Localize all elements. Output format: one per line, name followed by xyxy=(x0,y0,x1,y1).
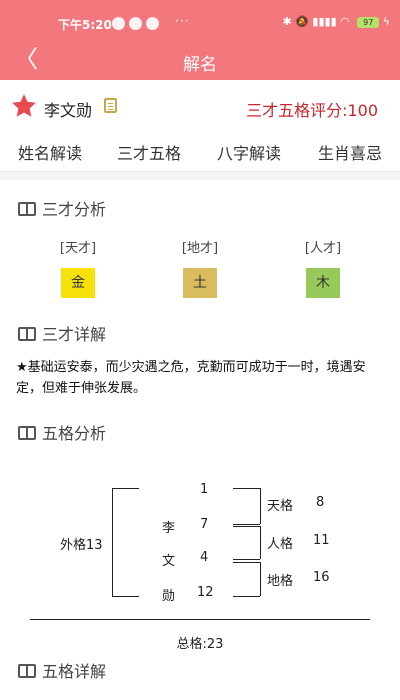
app-notification-icon xyxy=(112,17,125,30)
tiange-label: 天格 xyxy=(267,499,294,514)
char-2: 文 xyxy=(162,554,176,569)
status-time: 下午5:20 xyxy=(58,18,112,32)
name-summary: 李文勋 三才五格评分:100 xyxy=(0,80,400,132)
tiancai-element: 金 xyxy=(61,268,95,298)
tiange-value: 8 xyxy=(316,495,325,510)
book-icon xyxy=(18,426,36,440)
renge-bracket-top xyxy=(233,526,260,527)
rencai-element: 木 xyxy=(306,268,340,298)
tiange-bracket-bottom xyxy=(233,524,260,525)
section-header-sancai-analysis: 三才分析 xyxy=(18,196,106,220)
char-2-stroke: 4 xyxy=(200,550,209,565)
title-bar: 〈 解名 xyxy=(0,40,400,80)
tab-bazi-reading[interactable]: 八字解读 xyxy=(217,140,281,164)
dicai-label: [地才] xyxy=(181,241,219,256)
section-header-wuge-detail: 五格详解 xyxy=(18,658,106,682)
section-header-sancai-detail: 三才详解 xyxy=(18,321,106,345)
section-header-wuge-analysis: 五格分析 xyxy=(18,420,106,444)
renge-value: 11 xyxy=(313,533,330,548)
wuge-diagram: 1 李 7 文 4 勋 12 外格13 天格 8 人格 11 地格 16 总格:… xyxy=(0,470,400,660)
message-notification-icon xyxy=(129,17,142,30)
person-name: 李文勋 xyxy=(44,101,93,120)
star-icon xyxy=(12,94,36,117)
renge-bracket-side xyxy=(260,526,261,559)
waige-label: 外格13 xyxy=(60,538,103,553)
section-divider xyxy=(0,172,400,180)
score-text: 三才五格评分:100 xyxy=(246,101,378,120)
battery-icon: 97 xyxy=(357,16,380,28)
sancai-description: ★基础运安泰，而少灾遇之危，克勤而可成功于一时，境遇安定，但难于伸张发展。 xyxy=(16,360,366,396)
dige-bracket-bottom xyxy=(233,596,260,597)
tiange-bracket-side xyxy=(260,488,261,524)
tab-bar: 姓名解读 三才五格 八字解读 生肖喜忌 xyxy=(0,132,400,174)
char-1: 李 xyxy=(162,521,176,536)
dige-value: 16 xyxy=(313,570,330,585)
top-number: 1 xyxy=(200,482,209,497)
system-icons: ✱ 🔕 ▮▮▮▮ ◠ 97 ϟ xyxy=(282,15,390,28)
tiange-bracket-top xyxy=(233,488,260,489)
bluetooth-icon: ✱ xyxy=(282,15,292,28)
shield-notification-icon xyxy=(146,17,159,30)
total-divider xyxy=(30,619,370,620)
char-3: 勋 xyxy=(162,589,176,604)
zongge-total: 总格:23 xyxy=(176,637,224,652)
tab-name-reading[interactable]: 姓名解读 xyxy=(18,140,82,164)
copy-icon[interactable] xyxy=(104,98,117,113)
section-title: 三才详解 xyxy=(42,325,107,344)
tab-sancai-wuge[interactable]: 三才五格 xyxy=(100,140,198,174)
charging-icon: ϟ xyxy=(382,15,390,28)
section-title: 三才分析 xyxy=(42,200,107,219)
char-1-stroke: 7 xyxy=(200,517,209,532)
dige-label: 地格 xyxy=(267,574,294,589)
book-icon xyxy=(18,664,36,678)
section-title: 五格分析 xyxy=(42,424,107,443)
mute-icon: 🔕 xyxy=(295,15,309,28)
dige-bracket-side xyxy=(260,562,261,596)
outer-bracket-top xyxy=(112,488,139,489)
char-3-stroke: 12 xyxy=(197,585,214,600)
dicai-element: 土 xyxy=(183,268,217,298)
outer-bracket xyxy=(112,488,113,596)
tiancai-label: [天才] xyxy=(59,241,97,256)
renge-label: 人格 xyxy=(267,537,294,552)
section-title: 五格详解 xyxy=(42,662,107,681)
status-bar: 下午5:20 ··· ✱ 🔕 ▮▮▮▮ ◠ 97 ϟ xyxy=(0,0,400,40)
rencai-label: [人才] xyxy=(304,241,342,256)
book-icon xyxy=(18,327,36,341)
renge-bracket-bottom xyxy=(233,559,260,560)
dige-bracket-top xyxy=(233,562,260,563)
wifi-icon: ◠ xyxy=(340,15,350,28)
book-icon xyxy=(18,202,36,216)
outer-bracket-bottom xyxy=(112,596,139,597)
more-notifications-icon: ··· xyxy=(175,14,190,28)
page-title: 解名 xyxy=(183,55,217,75)
signal-icon: ▮▮▮▮ xyxy=(312,15,337,28)
tab-zodiac[interactable]: 生肖喜忌 xyxy=(318,140,382,164)
